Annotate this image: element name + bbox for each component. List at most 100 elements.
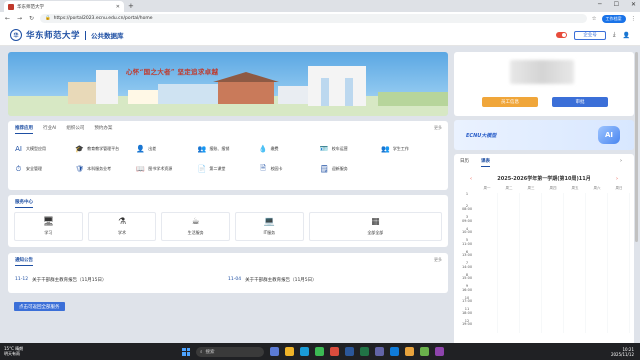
ai-icon: AI — [15, 145, 22, 153]
grid-icon: ▦ — [371, 217, 380, 227]
taskbar-search[interactable]: ⌕ 搜索 — [196, 346, 264, 357]
app-item[interactable]: ⏱ 安全管理 — [14, 164, 75, 174]
tab-appointment[interactable]: 预约办案 — [94, 125, 112, 134]
window-controls: ─ ☐ ✕ — [598, 1, 636, 8]
chrome-icon[interactable] — [315, 347, 324, 356]
url-text: https://portal2023.ecnu.edu.cn/portal/ho… — [53, 16, 153, 21]
service-card[interactable]: 💻 IT服务 — [234, 212, 304, 241]
app-item[interactable]: 🛡 本科服务业考 — [75, 164, 136, 174]
menu-dots-icon[interactable]: ⋮ — [631, 16, 637, 22]
profile-button[interactable]: 工作档案 — [601, 14, 626, 23]
app-label: 缴费 — [270, 145, 279, 151]
news-item[interactable]: 11-12 关于干部群主教育报告（11月15日） — [15, 277, 228, 283]
app-icon-red[interactable] — [330, 347, 339, 356]
time-slot: 9 16:00 — [458, 284, 476, 297]
browser-tab[interactable]: 华东师范大学 ✕ — [4, 1, 124, 12]
tab-strip: 华东师范大学 ✕ + — [0, 0, 640, 12]
next-week-icon[interactable]: › — [616, 176, 618, 182]
approval-button[interactable]: 审批 — [552, 97, 608, 107]
edge-icon[interactable] — [300, 347, 309, 356]
time-slot: 1 — [458, 192, 476, 205]
excel-icon[interactable] — [360, 347, 369, 356]
app-item[interactable]: 📖 图书学术资源 — [136, 164, 197, 174]
back-icon[interactable]: ← — [4, 15, 11, 22]
slot-time: 19:00 — [461, 322, 473, 327]
system-tray[interactable]: 10:21 2025/11/12 — [611, 347, 634, 357]
finance-icon: 👥 — [197, 145, 207, 153]
tab-schedule[interactable]: 课表 — [481, 158, 490, 167]
download-icon[interactable]: ⤓ — [613, 31, 616, 39]
app-item[interactable]: 👤 出差 — [136, 144, 197, 154]
app-item[interactable]: 🗒 迎新服务 — [320, 164, 381, 174]
employee-info-button[interactable]: 员工信息 — [482, 97, 538, 107]
app-label: 校车运营 — [331, 145, 348, 151]
app-item[interactable]: 👥 报账、报销 — [197, 144, 258, 154]
app-item[interactable]: 📄 第二课堂 — [197, 164, 258, 174]
user-icon[interactable]: 👤 — [623, 32, 630, 39]
book-icon: 📖 — [136, 165, 146, 173]
apps-more-link[interactable]: 更多 — [434, 125, 442, 131]
app-item[interactable]: 💧 缴费 — [259, 144, 320, 154]
news-title: 关于干部群主教育报告（11月15日） — [32, 278, 107, 283]
weather-widget[interactable]: 15°C 晴朗 明天有雨 — [4, 346, 44, 357]
lock-icon: 🔒 — [45, 16, 51, 21]
service-card[interactable]: ☕ 生活服务 — [161, 212, 230, 241]
page-scrollbar[interactable] — [635, 52, 638, 242]
tab-calendar[interactable]: 日历 — [460, 158, 469, 167]
tab-industry-ai[interactable]: 行业AI — [43, 125, 56, 134]
calendar-next-icon[interactable]: › — [620, 158, 622, 164]
app-label: 教育教学管理平台 — [87, 145, 120, 151]
slot-time: 14:00 — [461, 264, 473, 269]
campus-illustration — [8, 66, 448, 116]
teams-icon[interactable] — [375, 347, 384, 356]
news-item[interactable]: 11-04 关于干部群主教育报告（11月5日） — [228, 277, 441, 283]
ai-model-card[interactable]: ECNU大模型 AI — [454, 120, 634, 150]
word-icon[interactable] — [345, 347, 354, 356]
schedule-columns — [476, 193, 630, 333]
slot-time: 13:00 — [461, 253, 473, 258]
app-item[interactable]: AI 大模型应用 — [14, 144, 75, 154]
news-title: 关于干部群主教育报告（11月5日） — [245, 278, 317, 283]
app-icon-purple[interactable] — [435, 347, 444, 356]
app-item[interactable]: 👥 学生工作 — [381, 144, 442, 154]
app-header: 华 华东师范大学 公共数据库 企业号 ⤓ 👤 — [0, 25, 640, 46]
news-more-link[interactable]: 更多 — [434, 257, 442, 263]
app-item[interactable]: 🪪 校车运营 — [320, 144, 381, 154]
app-item[interactable]: 🎓 教育教学管理平台 — [75, 144, 136, 154]
reload-icon[interactable]: ↻ — [28, 15, 35, 22]
prev-week-icon[interactable]: ‹ — [470, 176, 472, 182]
new-tab-icon[interactable]: + — [128, 2, 134, 10]
header-button[interactable]: 企业号 — [574, 30, 606, 40]
hero-banner: 心怀“国之大者” 坚定追求卓越 — [8, 52, 448, 116]
school-name: 华东师范大学 — [26, 31, 81, 41]
all-services-button[interactable]: 点击可返回全部服务 — [14, 302, 65, 311]
theme-toggle[interactable] — [556, 32, 568, 38]
mail-icon[interactable] — [390, 347, 399, 356]
file-explorer-icon[interactable] — [285, 347, 294, 356]
weekday-label: 周六 — [593, 186, 601, 190]
wechat-icon[interactable] — [420, 347, 429, 356]
service-card[interactable]: ▦ 全部全部 — [308, 212, 443, 241]
time-slot: 12 19:00 — [458, 319, 476, 332]
app-label: 出差 — [148, 145, 157, 151]
task-view-icon[interactable] — [270, 347, 279, 356]
tab-recommended[interactable]: 推荐应用 — [15, 125, 33, 134]
services-title: 服务中心 — [8, 195, 448, 208]
id-card-icon: 🪪 — [319, 145, 329, 153]
service-card[interactable]: ⚗ 学术 — [87, 212, 157, 241]
slot-time: 16:00 — [461, 287, 473, 292]
app-item[interactable]: 🗎 校园卡 — [259, 164, 320, 174]
app-icon-orange[interactable] — [405, 347, 414, 356]
services-panel: 服务中心 🖥 学习 ⚗ 学术 ☕ 生活服务 💻 IT服务 ▦ 全部全部 — [8, 195, 448, 247]
windows-start-icon[interactable] — [182, 347, 190, 356]
forward-icon[interactable]: → — [16, 15, 23, 22]
tab-organization[interactable]: 组织公司 — [66, 125, 84, 134]
address-bar[interactable]: 🔒 https://portal2023.ecnu.edu.cn/portal/… — [40, 14, 587, 23]
service-card[interactable]: 🖥 学习 — [14, 212, 83, 241]
monitor-icon: 🖥 — [42, 217, 55, 227]
maximize-icon[interactable]: ☐ — [614, 1, 619, 8]
minimize-icon[interactable]: ─ — [598, 1, 602, 8]
close-window-icon[interactable]: ✕ — [631, 1, 636, 8]
tab-close-icon[interactable]: ✕ — [116, 4, 120, 10]
star-icon[interactable]: ☆ — [592, 16, 597, 22]
